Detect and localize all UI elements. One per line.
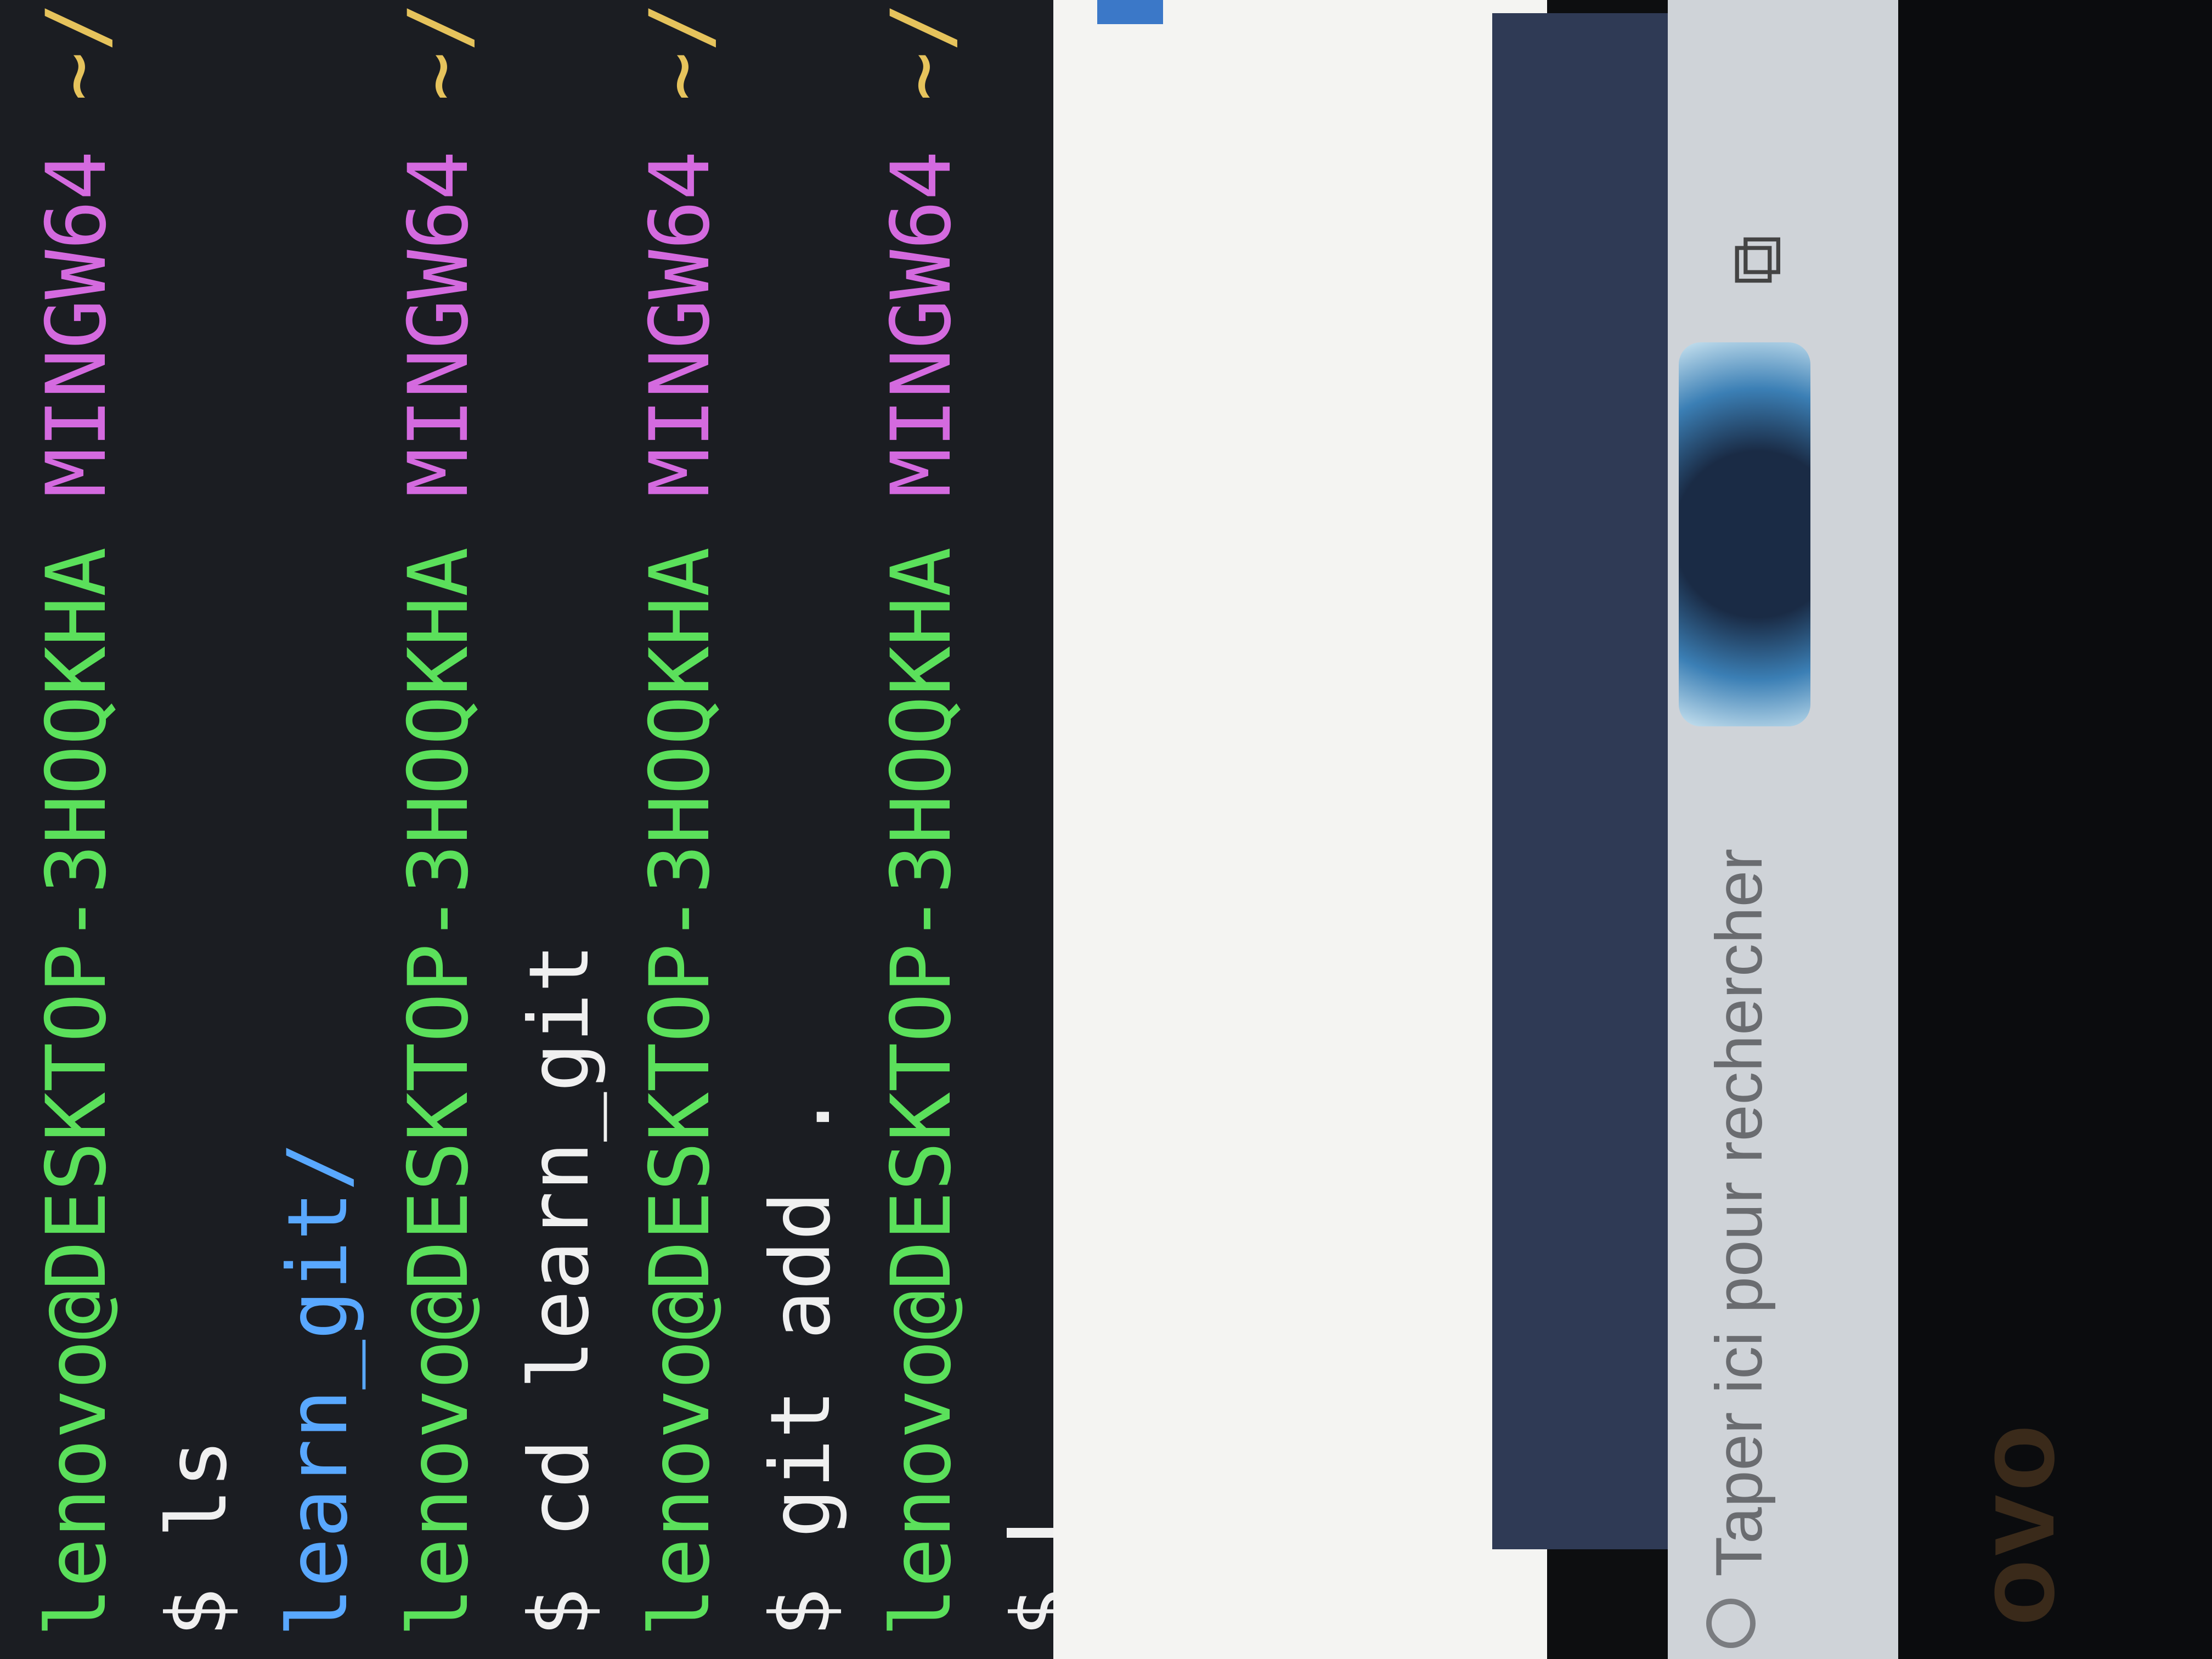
prompt-path: ~/Deskt — [391, 0, 487, 101]
search-icon — [1706, 1599, 1756, 1648]
window-corner-icon — [1097, 0, 1163, 24]
output-line: learn_git/ — [263, 0, 384, 1637]
prompt-symbol: $ — [512, 1587, 607, 1637]
prompt-user-host: lenovo@DESKTOP-3HOQKHA — [874, 547, 969, 1637]
prompt-symbol: $ — [150, 1587, 245, 1637]
desktop-background — [1492, 13, 1668, 1549]
brand-logo: ovo — [1955, 1421, 2077, 1626]
prompt-line: lenovo@DESKTOP-3HOQKHA MINGW64 ~/Deskt — [384, 0, 505, 1637]
git-bash-terminal[interactable]: lenovo@DESKTOP-3HOQKHA MINGW64 ~/Desk $ … — [0, 0, 1090, 1659]
prompt-system: MINGW64 — [874, 150, 969, 498]
prompt-path: ~/Deskto — [633, 0, 728, 101]
command-text: git add . — [753, 1092, 849, 1538]
laptop-bezel — [1898, 0, 2212, 1659]
search-placeholder: Taper ici pour rechercher — [1702, 848, 1776, 1577]
prompt-user-host: lenovo@DESKTOP-3HOQKHA — [633, 547, 728, 1637]
prompt-path: ~/Deskto — [874, 0, 969, 101]
prompt-system: MINGW64 — [633, 150, 728, 498]
taskview-icon[interactable]: ⧉ — [1714, 222, 1797, 298]
prompt-line: lenovo@DESKTOP-3HOQKHA MINGW64 ~/Desk — [22, 0, 143, 1637]
prompt-path: ~/Desk — [29, 0, 125, 101]
prompt-user-host: lenovo@DESKTOP-3HOQKHA — [29, 547, 125, 1637]
prompt-system: MINGW64 — [29, 150, 125, 498]
command-text: cd learn_git — [512, 943, 607, 1538]
prompt-system: MINGW64 — [391, 150, 487, 498]
command-line: $ cd learn_git — [505, 0, 625, 1637]
command-line: $ ls — [143, 0, 263, 1637]
laptop-screen: lenovo@DESKTOP-3HOQKHA MINGW64 ~/Desk $ … — [0, 0, 2212, 1659]
prompt-symbol: $ — [753, 1587, 849, 1637]
command-line: $ git add . — [746, 0, 867, 1637]
prompt-user-host: lenovo@DESKTOP-3HOQKHA — [391, 547, 487, 1637]
command-text: ls — [150, 1438, 245, 1538]
photo-stage: lenovo@DESKTOP-3HOQKHA MINGW64 ~/Desk $ … — [0, 0, 2212, 1659]
background-window[interactable] — [1053, 0, 1547, 1659]
prompt-line: lenovo@DESKTOP-3HOQKHA MINGW64 ~/Deskto — [867, 0, 988, 1637]
search-highlight-image[interactable] — [1679, 342, 1810, 726]
prompt-line: lenovo@DESKTOP-3HOQKHA MINGW64 ~/Deskto — [625, 0, 746, 1637]
directory-output: learn_git/ — [270, 1141, 366, 1637]
